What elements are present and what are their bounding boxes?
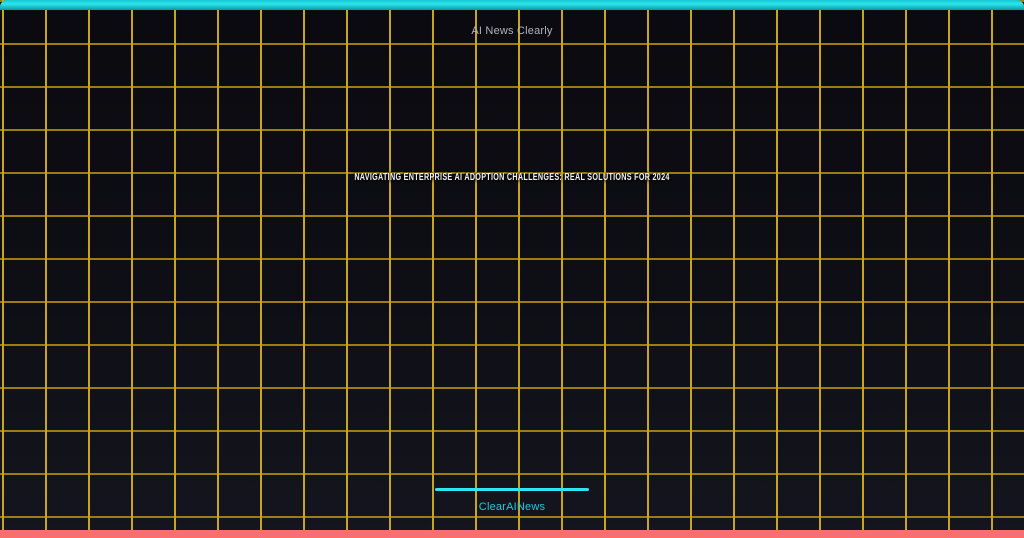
thumbnail-canvas: AI News Clearly NAVIGATING ENTERPRISE AI… (0, 0, 1024, 538)
footer-divider (435, 488, 589, 491)
footer-brand: ClearAINews (478, 501, 546, 513)
page-title-text: NAVIGATING ENTERPRISE AI ADOPTION CHALLE… (354, 172, 670, 183)
page-title: NAVIGATING ENTERPRISE AI ADOPTION CHALLE… (0, 171, 1024, 184)
top-accent-bar (0, 0, 1024, 10)
header-brand: AI News Clearly (471, 25, 553, 37)
bottom-accent-bar (0, 530, 1024, 538)
